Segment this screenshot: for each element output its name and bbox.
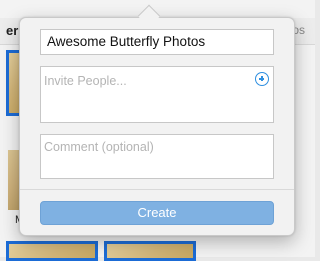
comment-field[interactable]: Comment (optional) (40, 134, 274, 179)
background-title-fragment: er (6, 23, 19, 38)
invite-people-placeholder: Invite People... (44, 74, 127, 88)
invite-people-field[interactable]: Invite People... (40, 66, 274, 123)
album-name-field[interactable]: Awesome Butterfly Photos (40, 29, 274, 55)
divider (20, 189, 294, 190)
photo-thumbnail-selected[interactable] (104, 241, 196, 261)
photo-thumbnail-selected[interactable] (6, 241, 98, 261)
comment-placeholder: Comment (optional) (44, 140, 154, 154)
plus-circle-icon[interactable] (255, 72, 269, 86)
create-button[interactable]: Create (40, 201, 274, 225)
